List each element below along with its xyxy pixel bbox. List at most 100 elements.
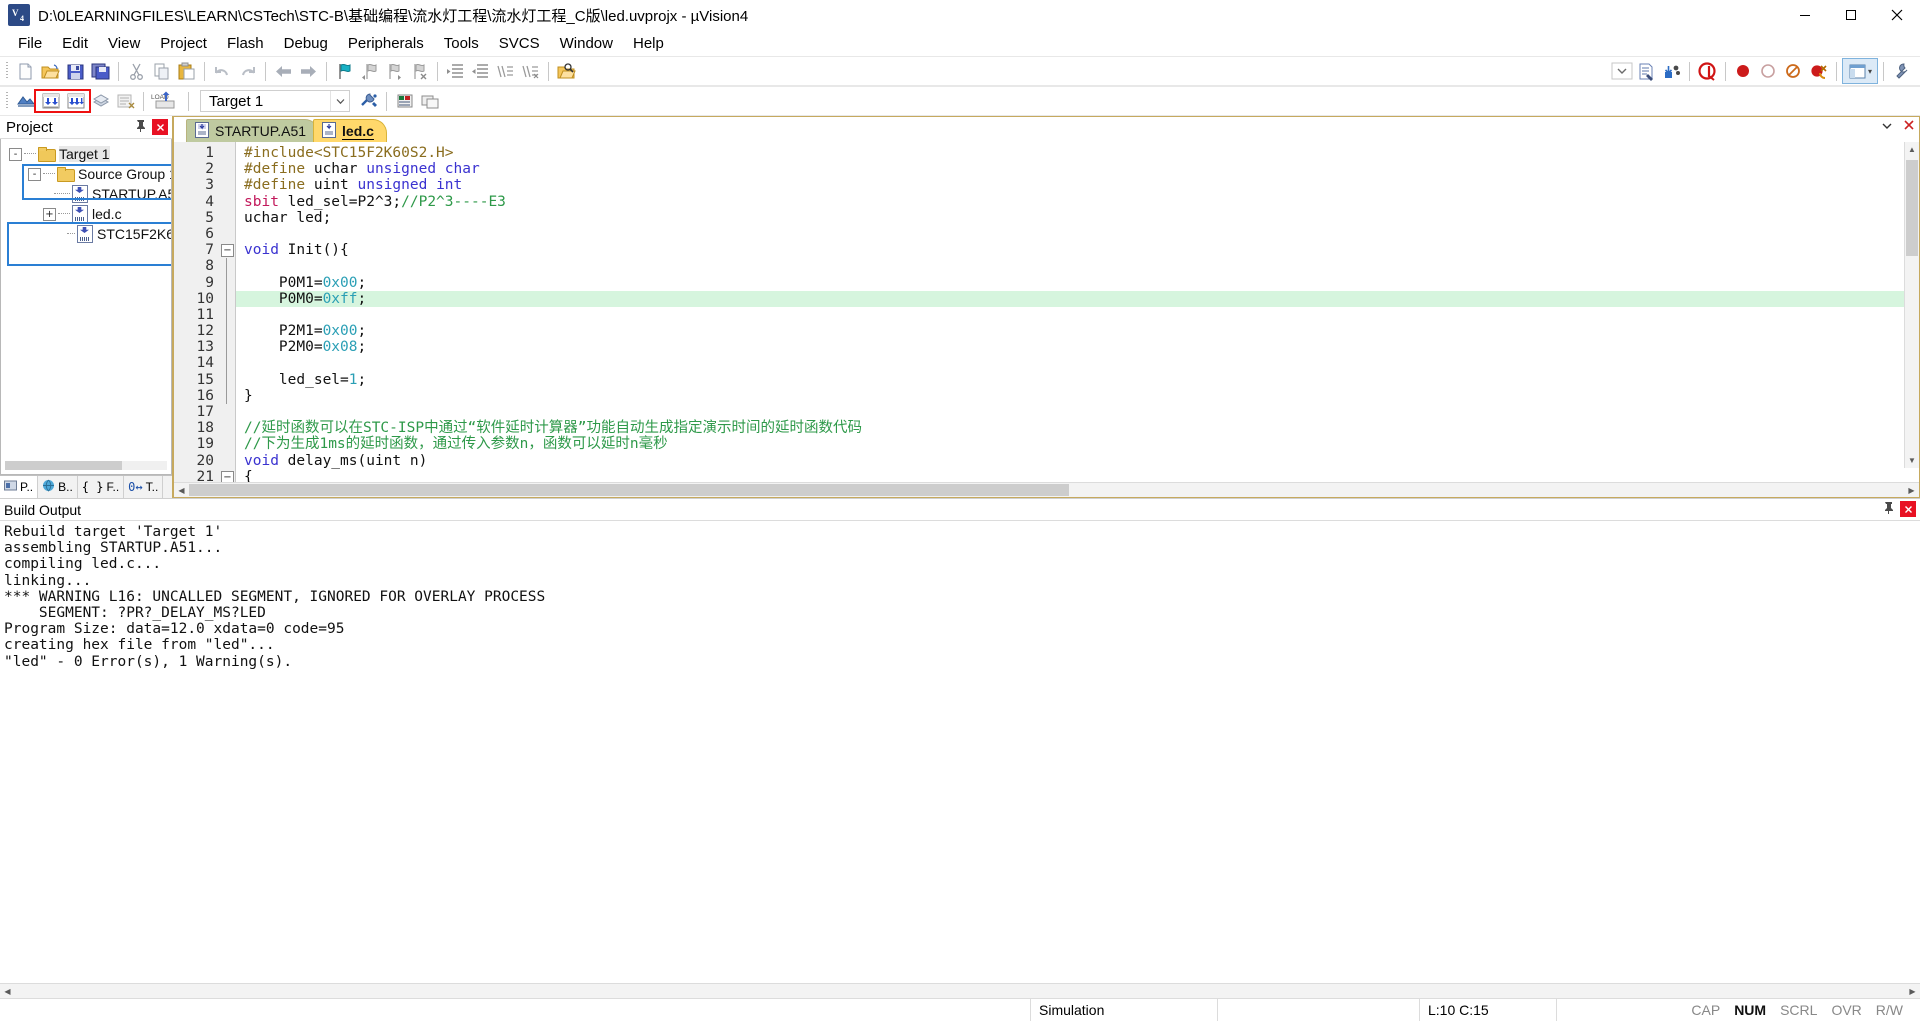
code-line[interactable]: P0M0=0xff;	[236, 290, 1919, 307]
code-line[interactable]: led_sel=1;	[236, 372, 1919, 388]
code-line[interactable]: void Init(){	[236, 242, 1919, 258]
kill-breakpoint-icon[interactable]	[1756, 59, 1781, 83]
disable-breakpoint-icon[interactable]	[1781, 59, 1806, 83]
open-file-icon[interactable]	[38, 59, 63, 83]
code-line[interactable]: {	[236, 469, 1919, 482]
code-line[interactable]	[236, 226, 1919, 242]
menu-view[interactable]: View	[98, 32, 150, 55]
tab-close-icon[interactable]	[1903, 119, 1915, 134]
tree-item-startup-a51[interactable]: STARTUP.A51	[1, 184, 171, 204]
code-line[interactable]: P2M1=0x00;	[236, 323, 1919, 339]
manage-multi-project-icon[interactable]	[417, 89, 442, 113]
manage-project-items-icon[interactable]	[392, 89, 417, 113]
download-to-flash-icon[interactable]: LOAD	[149, 89, 183, 113]
menu-svcs[interactable]: SVCS	[489, 32, 550, 55]
expand-expander-icon[interactable]: +	[43, 207, 56, 221]
chevron-down-icon[interactable]	[330, 91, 349, 111]
code-line[interactable]: //延时函数可以在STC-ISP中通过“软件延时计算器”功能自动生成指定演示时间…	[236, 420, 1919, 436]
code-line[interactable]: }	[236, 388, 1919, 404]
code-line[interactable]: P0M1=0x00;	[236, 275, 1919, 291]
scroll-right-icon[interactable]: ▶	[1905, 984, 1920, 998]
menu-help[interactable]: Help	[623, 32, 674, 55]
scroll-left-icon[interactable]: ◀	[174, 483, 189, 497]
build-output-text[interactable]: Rebuild target 'Target 1' assembling STAR…	[0, 521, 1920, 983]
fold-marker[interactable]: −	[219, 469, 235, 482]
tab-project[interactable]: P..	[0, 476, 39, 498]
configuration-wizard-icon[interactable]	[1889, 59, 1914, 83]
tree-item-header[interactable]: STC15F2K60S2.H	[1, 224, 171, 244]
scroll-thumb[interactable]	[189, 484, 1069, 496]
target-select[interactable]: Target 1	[200, 90, 350, 112]
menu-edit[interactable]: Edit	[52, 32, 98, 55]
kill-all-breakpoints-icon[interactable]	[1806, 59, 1831, 83]
menu-flash[interactable]: Flash	[217, 32, 274, 55]
code-line[interactable]: sbit led_sel=P2^3;//P2^3----E3	[236, 194, 1919, 210]
code-line[interactable]: #define uint unsigned int	[236, 177, 1919, 193]
code-line[interactable]: void delay_ms(uint n)	[236, 453, 1919, 469]
next-bookmark-icon[interactable]	[382, 59, 407, 83]
menu-window[interactable]: Window	[550, 32, 623, 55]
tab-functions[interactable]: { } F..	[77, 476, 125, 498]
navigate-back-icon[interactable]	[271, 59, 296, 83]
find-in-files-icon[interactable]	[554, 59, 579, 83]
toolbar-grip[interactable]	[3, 90, 11, 112]
fold-collapse-icon[interactable]: −	[221, 470, 234, 482]
menu-file[interactable]: File	[8, 32, 52, 55]
close-icon[interactable]	[1900, 501, 1916, 517]
navigate-forward-icon[interactable]	[296, 59, 321, 83]
scroll-thumb[interactable]	[1906, 160, 1918, 256]
translate-file-icon[interactable]	[13, 89, 38, 113]
menu-peripherals[interactable]: Peripherals	[338, 32, 434, 55]
tree-item-source-group[interactable]: - Source Group 1	[1, 164, 171, 184]
insert-breakpoint-icon[interactable]	[1731, 59, 1756, 83]
insert-snippet-icon[interactable]	[1659, 59, 1684, 83]
start-debug-session-icon[interactable]	[1695, 59, 1720, 83]
tab-templates[interactable]: 0↔ T..	[124, 476, 164, 498]
tree-item-target[interactable]: - Target 1	[1, 144, 171, 164]
scroll-down-icon[interactable]: ▼	[1905, 453, 1919, 468]
new-file-icon[interactable]	[13, 59, 38, 83]
toolbar-grip[interactable]	[3, 60, 11, 82]
fold-collapse-icon[interactable]: −	[221, 244, 234, 258]
code-folding-gutter[interactable]: − −	[219, 142, 236, 482]
close-button[interactable]	[1874, 0, 1920, 30]
tree-item-led-c[interactable]: + led.c	[1, 204, 171, 224]
rebuild-all-target-files-icon[interactable]	[63, 89, 88, 113]
editor-vscrollbar[interactable]: ▲ ▼	[1904, 142, 1919, 468]
scroll-left-icon[interactable]: ◀	[0, 984, 15, 998]
save-all-icon[interactable]	[88, 59, 113, 83]
editor-tab-led-c[interactable]: led.c	[313, 119, 387, 142]
scroll-right-icon[interactable]: ▶	[1904, 483, 1919, 497]
uncomment-selection-icon[interactable]	[518, 59, 543, 83]
cut-icon[interactable]	[124, 59, 149, 83]
comment-selection-icon[interactable]	[493, 59, 518, 83]
menu-project[interactable]: Project	[150, 32, 217, 55]
build-target-icon[interactable]	[38, 89, 63, 113]
editor-hscrollbar[interactable]: ◀ ▶	[174, 482, 1919, 497]
code-line[interactable]	[236, 307, 1919, 323]
toggle-bookmark-icon[interactable]	[332, 59, 357, 83]
target-options-icon[interactable]	[356, 89, 381, 113]
code-line[interactable]: P2M0=0x08;	[236, 339, 1919, 355]
close-icon[interactable]	[152, 119, 168, 135]
search-dropdown-icon[interactable]	[1609, 59, 1634, 83]
menu-tools[interactable]: Tools	[434, 32, 489, 55]
tab-list-icon[interactable]	[1881, 119, 1893, 134]
maximize-button[interactable]	[1828, 0, 1874, 30]
undo-icon[interactable]	[210, 59, 235, 83]
code-line[interactable]	[236, 404, 1919, 420]
outdent-icon[interactable]	[468, 59, 493, 83]
project-tree[interactable]: - Target 1 - Source Group 1 STARTUP.A + …	[0, 139, 172, 475]
menu-debug[interactable]: Debug	[274, 32, 338, 55]
code-line[interactable]	[236, 355, 1919, 371]
collapse-expander-icon[interactable]: -	[28, 167, 41, 181]
batch-build-icon[interactable]	[88, 89, 113, 113]
code-line[interactable]	[236, 258, 1919, 274]
code-line[interactable]: uchar led;	[236, 210, 1919, 226]
build-output-hscrollbar[interactable]: ◀ ▶	[0, 983, 1920, 998]
indent-icon[interactable]	[443, 59, 468, 83]
redo-icon[interactable]	[235, 59, 260, 83]
find-document-icon[interactable]	[1634, 59, 1659, 83]
clear-bookmarks-icon[interactable]	[407, 59, 432, 83]
code-text-area[interactable]: #include<STC15F2K60S2.H> #define uchar un…	[236, 142, 1919, 482]
